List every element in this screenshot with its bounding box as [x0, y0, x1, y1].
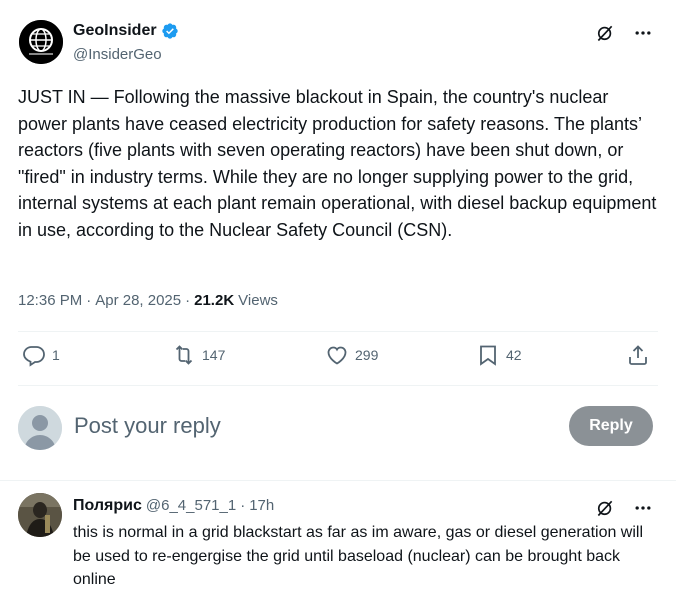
heart-icon: [327, 346, 347, 365]
author-handle[interactable]: @InsiderGeo: [73, 46, 179, 63]
tweet-meta: 12:36 PM · Apr 28, 2025 · 21.2K Views: [18, 292, 278, 309]
main-tweet: GeoInsider @InsiderGeo JUST IN — Followi…: [0, 0, 676, 480]
tweet-date[interactable]: Apr 28, 2025: [95, 292, 181, 309]
tweet-top-actions: [594, 22, 654, 44]
tweet-time[interactable]: 12:36 PM: [18, 292, 82, 309]
reply-top-actions: [594, 497, 654, 519]
reply-tweet: Полярис @6_4_571_1 · 17h this is normal …: [0, 481, 676, 597]
reply-header: Полярис @6_4_571_1 · 17h: [73, 497, 274, 515]
user-avatar[interactable]: [18, 406, 62, 450]
meta-separator: ·: [86, 292, 92, 309]
reply-button[interactable]: Reply: [569, 406, 653, 446]
tweet-text: JUST IN — Following the massive blackout…: [18, 87, 657, 240]
divider: [18, 331, 658, 332]
reply-count: 1: [52, 347, 60, 363]
views-count: 21.2K: [194, 292, 235, 309]
like-count: 299: [355, 347, 379, 363]
grok-icon[interactable]: [594, 22, 616, 44]
default-user-icon: [18, 406, 62, 450]
reply-composer: Reply: [18, 404, 658, 452]
views-label: Views: [238, 292, 278, 309]
like-action[interactable]: 299: [325, 343, 378, 367]
author-avatar[interactable]: [19, 20, 63, 64]
more-icon[interactable]: [632, 22, 654, 44]
share-action[interactable]: [626, 343, 650, 367]
grok-icon[interactable]: [594, 497, 616, 519]
reply-icon: [23, 346, 45, 367]
reply-action[interactable]: 1: [22, 343, 60, 367]
repost-action[interactable]: 147: [172, 343, 225, 367]
reply-avatar[interactable]: [18, 493, 62, 537]
portrait-image: [18, 493, 62, 537]
repost-count: 147: [202, 347, 226, 363]
reply-time[interactable]: 17h: [249, 497, 274, 514]
reply-input[interactable]: [74, 413, 534, 439]
more-icon[interactable]: [632, 497, 654, 519]
author-name[interactable]: GeoInsider: [73, 22, 157, 40]
share-icon: [629, 345, 647, 365]
meta-separator: ·: [240, 497, 246, 514]
bookmark-count: 42: [506, 347, 522, 363]
meta-separator: ·: [185, 292, 191, 309]
bookmark-action[interactable]: 42: [476, 343, 522, 367]
reply-author-handle[interactable]: @6_4_571_1: [146, 497, 236, 514]
reply-text: this is normal in a grid blackstart as f…: [73, 524, 644, 588]
tweet-actions-bar: 1 147 299 42: [18, 343, 658, 375]
repost-icon: [175, 345, 193, 365]
reply-author-name[interactable]: Полярис: [73, 497, 142, 515]
author-info: GeoInsider @InsiderGeo: [73, 22, 179, 63]
verified-badge-icon: [161, 22, 179, 40]
divider: [18, 385, 658, 386]
globe-logo-icon: [19, 20, 63, 64]
bookmark-icon: [480, 345, 496, 366]
